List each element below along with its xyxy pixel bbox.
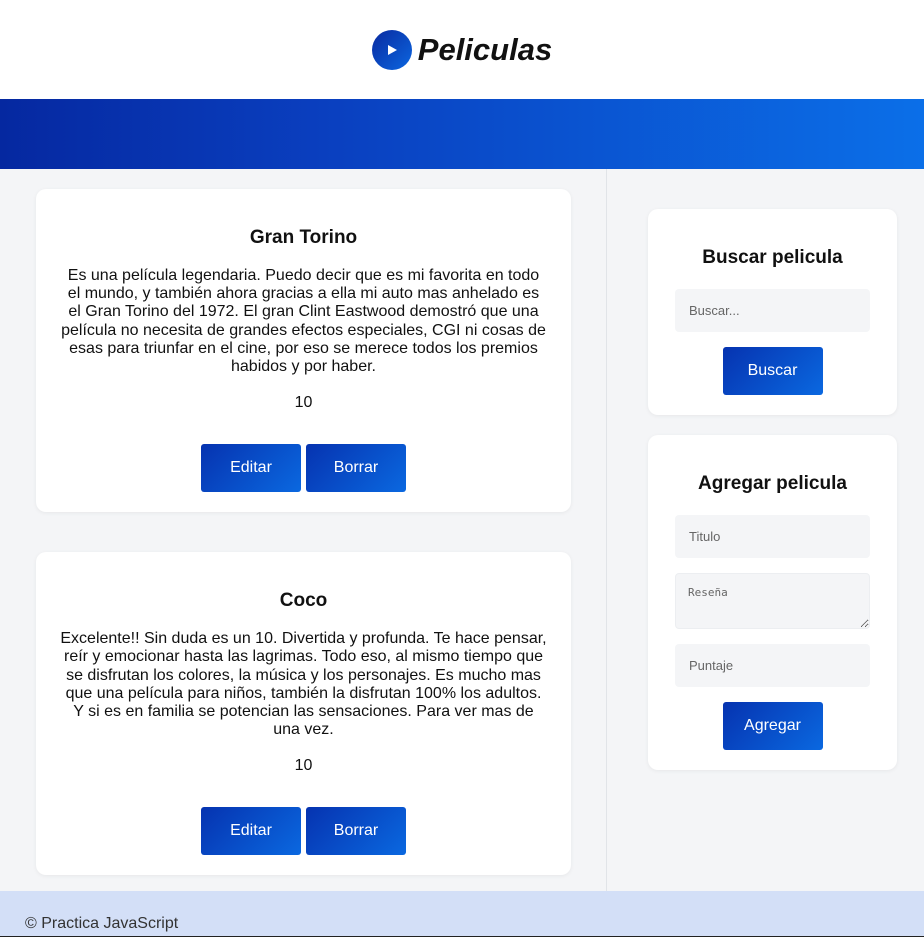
hero-banner <box>0 99 924 169</box>
movie-actions: Editar Borrar <box>60 444 547 493</box>
delete-button[interactable]: Borrar <box>306 444 406 493</box>
score-field[interactable] <box>675 644 870 687</box>
sidebar: Buscar pelicula Buscar Agregar pelicula … <box>607 169 924 891</box>
movie-list: Gran Torino Es una película legendaria. … <box>0 169 607 891</box>
main-content: Gran Torino Es una película legendaria. … <box>0 169 924 891</box>
movie-card: Gran Torino Es una película legendaria. … <box>36 189 571 513</box>
movie-title: Gran Torino <box>249 227 358 248</box>
add-movie-title: Agregar pelicula <box>698 473 847 494</box>
edit-button[interactable]: Editar <box>201 807 301 856</box>
play-icon <box>371 29 412 70</box>
add-button[interactable]: Agregar <box>722 702 823 750</box>
movie-score: 10 <box>294 757 313 775</box>
page-header: Peliculas <box>0 0 924 99</box>
page-title: Peliculas <box>417 31 553 67</box>
footer-text: © Practica JavaScript <box>25 915 179 932</box>
logo[interactable]: Peliculas <box>371 29 553 70</box>
search-card: Buscar pelicula Buscar <box>648 209 897 415</box>
review-field[interactable] <box>675 573 870 629</box>
page-footer: © Practica JavaScript <box>0 891 924 937</box>
movie-review: Es una película legendaria. Puedo decir … <box>61 267 546 376</box>
title-field[interactable] <box>675 515 870 558</box>
movie-title: Coco <box>279 590 328 612</box>
search-button[interactable]: Buscar <box>722 347 823 395</box>
search-title: Buscar pelicula <box>702 247 843 268</box>
movie-review: Excelente!! Sin duda es un 10. Divertida… <box>60 630 547 739</box>
add-movie-card: Agregar pelicula Agregar <box>648 435 897 770</box>
edit-button[interactable]: Editar <box>201 444 301 493</box>
movie-actions: Editar Borrar <box>60 807 547 856</box>
movie-score: 10 <box>294 394 313 412</box>
search-input[interactable] <box>675 289 870 332</box>
movie-card: Coco Excelente!! Sin duda es un 10. Dive… <box>36 552 571 876</box>
delete-button[interactable]: Borrar <box>306 807 406 856</box>
